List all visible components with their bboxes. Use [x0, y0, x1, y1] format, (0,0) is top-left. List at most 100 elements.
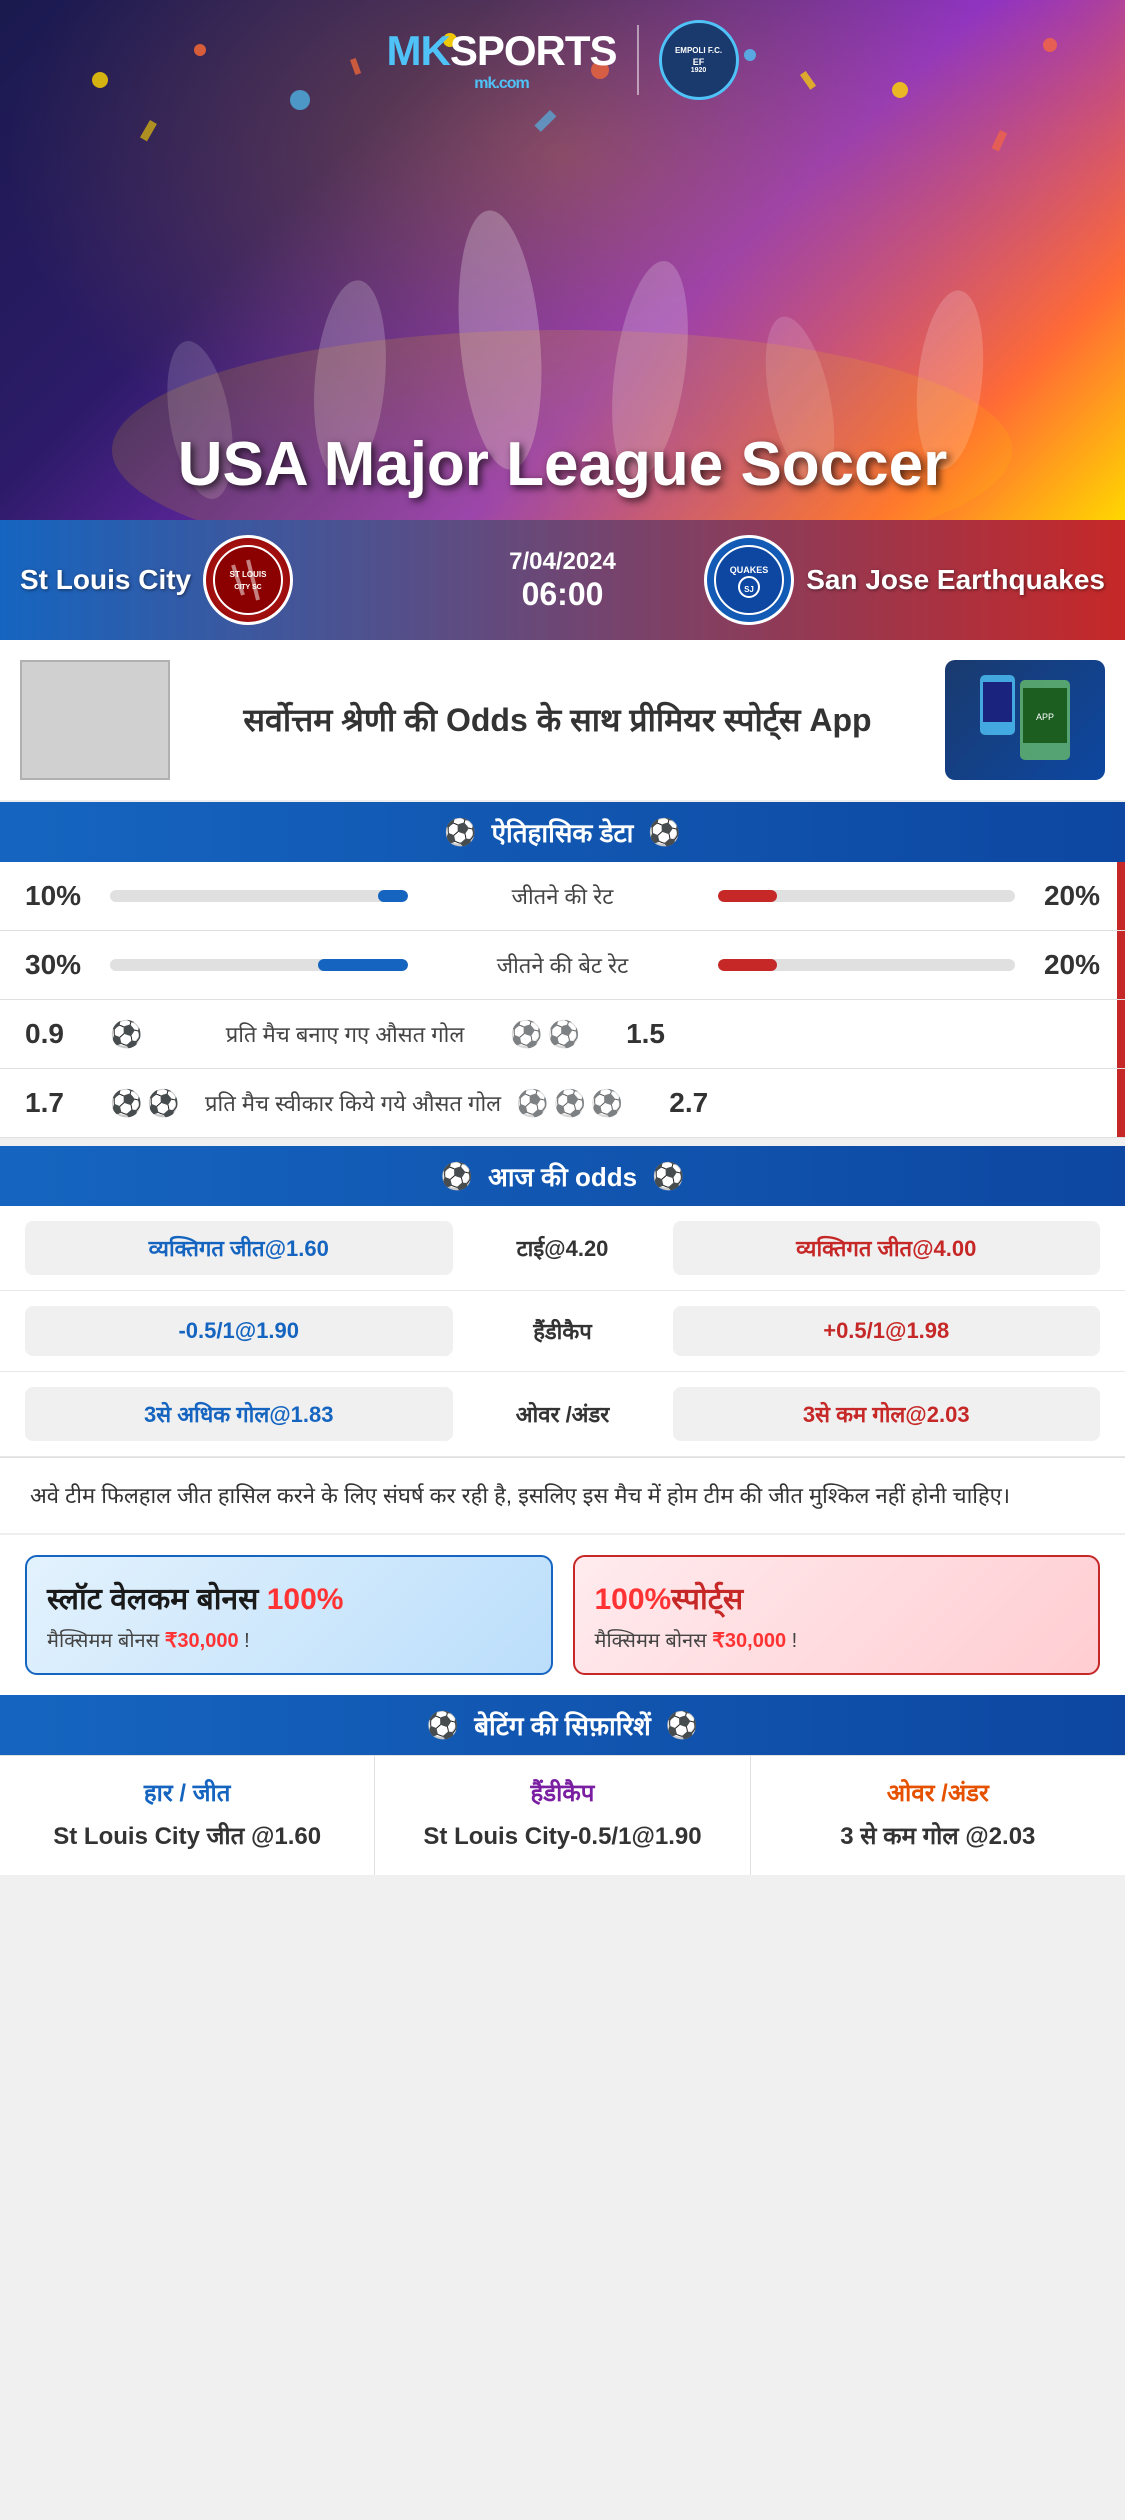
ball-icon-left: ⚽ — [444, 817, 476, 848]
match-date: 7/04/2024 — [463, 548, 663, 576]
ball-icon-3-r3: ⚽ — [591, 1088, 623, 1119]
bonus-subtitle-1: मैक्सिमम बोनस ₹30,000 ! — [47, 1626, 531, 1653]
left-ball-icons-3: ⚽ ⚽ — [110, 1088, 190, 1119]
hero-title: USA Major League Soccer — [178, 429, 948, 500]
comment-section: अवे टीम फिलहाल जीत हासिल करने के लिए संघ… — [0, 1457, 1125, 1533]
ad-banner[interactable]: सर्वोत्तम श्रेणी की Odds के साथ प्रीमियर… — [0, 640, 1125, 802]
stat-left-value-3: 1.7 — [25, 1087, 95, 1119]
match-time: 06:00 — [463, 576, 663, 613]
rec-cat-2: ओवर /अंडर — [766, 1776, 1110, 1809]
bonus-subtitle-2: मैक्सिमम बोनस ₹30,000 ! — [595, 1626, 1079, 1653]
bonus-card-2[interactable]: 100%स्पोर्ट्स मैक्सिमम बोनस ₹30,000 ! — [573, 1555, 1101, 1675]
recommend-col-1: हैंडीकैप St Louis City-0.5/1@1.90 — [375, 1756, 750, 1875]
stat-bar-left-fill-1 — [318, 959, 407, 971]
logo-divider — [637, 25, 639, 95]
odds-ball-left: ⚽ — [441, 1161, 473, 1192]
ball-icon-2-r1: ⚽ — [510, 1019, 542, 1050]
ball-icon-3-r2: ⚽ — [553, 1088, 585, 1119]
away-team-badge: QUAKES SJ — [704, 535, 794, 625]
ad-text: सर्वोत्तम श्रेणी की Odds के साथ प्रीमियर… — [185, 698, 930, 743]
odds-row-1: -0.5/1@1.90 हैंडीकैप +0.5/1@1.98 — [0, 1291, 1125, 1372]
odds-section: व्यक्तिगत जीत@1.60 टाई@4.20 व्यक्तिगत जी… — [0, 1206, 1125, 1457]
stat-bar-right-0 — [718, 890, 1016, 902]
ad-placeholder-image — [20, 660, 170, 780]
home-team: St Louis City ST LOUIS CITY SC — [20, 535, 453, 625]
match-header: St Louis City ST LOUIS CITY SC 7/04/2024… — [0, 520, 1125, 640]
right-ball-icons-2: ⚽ ⚽ — [500, 1019, 580, 1050]
stat-label-0: जीतने की रेट — [423, 881, 703, 911]
odds-title: आज की odds — [488, 1158, 637, 1194]
bonus-title-1: स्लॉट वेलकम बोनस 100% — [47, 1577, 531, 1618]
odds-handicap-home[interactable]: -0.5/1@1.90 — [25, 1306, 453, 1356]
red-accent-0 — [1117, 862, 1125, 930]
recommend-col-2: ओवर /अंडर 3 से कम गोल @2.03 — [751, 1756, 1125, 1875]
stat-label-2: प्रति मैच बनाए गए औसत गोल — [205, 1019, 485, 1049]
stat-label-3: प्रति मैच स्वीकार किये गये औसत गोल — [205, 1088, 501, 1118]
stats-section: 10% जीतने की रेट 20% 30% जीतने की बेट रे… — [0, 862, 1125, 1138]
odds-home-win[interactable]: व्यक्तिगत जीत@1.60 — [25, 1221, 453, 1275]
rec-ball-left: ⚽ — [427, 1710, 459, 1741]
logo-area: MKSPORTS mk.com EMPOLI F.C. EF 1920 — [386, 20, 738, 100]
odds-row-0: व्यक्तिगत जीत@1.60 टाई@4.20 व्यक्तिगत जी… — [0, 1206, 1125, 1291]
stat-row-win-rate: 10% जीतने की रेट 20% — [0, 862, 1125, 931]
away-team-name: San Jose Earthquakes — [806, 564, 1105, 596]
recommendations-section: हार / जीत St Louis City जीत @1.60 हैंडीक… — [0, 1755, 1125, 1875]
stat-right-value-3: 2.7 — [638, 1087, 708, 1119]
rec-val-0: St Louis City जीत @1.60 — [15, 1819, 359, 1855]
bonus-section[interactable]: स्लॉट वेलकम बोनस 100% मैक्सिमम बोनस ₹30,… — [0, 1533, 1125, 1695]
bonus-card-1[interactable]: स्लॉट वेलकम बोनस 100% मैक्सिमम बोनस ₹30,… — [25, 1555, 553, 1675]
left-ball-icons-2: ⚽ — [110, 1019, 190, 1050]
ball-icon-2-1: ⚽ — [110, 1019, 142, 1050]
rec-cat-0: हार / जीत — [15, 1776, 359, 1809]
ad-phone-image: APP — [945, 660, 1105, 780]
rec-val-2: 3 से कम गोल @2.03 — [766, 1819, 1110, 1855]
odds-handicap-label: हैंडीकैप — [463, 1316, 663, 1346]
stat-row-bet-rate: 30% जीतने की बेट रेट 20% — [0, 931, 1125, 1000]
odds-handicap-away[interactable]: +0.5/1@1.98 — [673, 1306, 1101, 1356]
odds-under[interactable]: 3से कम गोल@2.03 — [673, 1387, 1101, 1441]
ball-icon-3-r1: ⚽ — [516, 1088, 548, 1119]
svg-text:QUAKES: QUAKES — [730, 565, 769, 575]
stat-left-value-0: 10% — [25, 880, 95, 912]
recommend-row: हार / जीत St Louis City जीत @1.60 हैंडीक… — [0, 1755, 1125, 1875]
stat-bar-right-fill-1 — [718, 959, 778, 971]
recommendations-header: ⚽ बेटिंग की सिफ़ारिशें ⚽ — [0, 1695, 1125, 1755]
rec-cat-1: हैंडीकैप — [390, 1776, 734, 1809]
stat-row-goals-scored: 0.9 ⚽ प्रति मैच बनाए गए औसत गोल ⚽ ⚽ 1.5 — [0, 1000, 1125, 1069]
ball-icon-2-r2: ⚽ — [548, 1019, 580, 1050]
stat-bar-right-1 — [718, 959, 1016, 971]
stat-right-value-2: 1.5 — [595, 1018, 665, 1050]
odds-ou-label: ओवर /अंडर — [463, 1399, 663, 1429]
stat-right-value-1: 20% — [1030, 949, 1100, 981]
odds-ball-right: ⚽ — [652, 1161, 684, 1192]
right-ball-icons-3: ⚽ ⚽ ⚽ — [516, 1088, 623, 1119]
home-team-name: St Louis City — [20, 564, 191, 596]
odds-header: ⚽ आज की odds ⚽ — [0, 1146, 1125, 1206]
partner-badge: EMPOLI F.C. EF 1920 — [659, 20, 739, 100]
red-accent-1 — [1117, 931, 1125, 999]
away-team: QUAKES SJ San Jose Earthquakes — [673, 535, 1106, 625]
stat-bar-left-0 — [110, 890, 408, 902]
svg-text:APP: APP — [1036, 712, 1054, 722]
ball-icon-3-1: ⚽ — [110, 1088, 142, 1119]
rec-val-1: St Louis City-0.5/1@1.90 — [390, 1819, 734, 1855]
match-info: 7/04/2024 06:00 — [463, 548, 663, 613]
stat-bar-left-fill-0 — [378, 890, 408, 902]
stat-label-1: जीतने की बेट रेट — [423, 950, 703, 980]
odds-tie: टाई@4.20 — [463, 1233, 663, 1263]
historical-header: ⚽ ऐतिहासिक डेटा ⚽ — [0, 802, 1125, 862]
bonus-title-2: 100%स्पोर्ट्स — [595, 1577, 1079, 1618]
svg-text:SJ: SJ — [744, 585, 754, 594]
stat-right-value-0: 20% — [1030, 880, 1100, 912]
comment-text: अवे टीम फिलहाल जीत हासिल करने के लिए संघ… — [30, 1478, 1095, 1513]
ball-icon-3-2: ⚽ — [147, 1088, 179, 1119]
odds-over[interactable]: 3से अधिक गोल@1.83 — [25, 1387, 453, 1441]
red-accent-3 — [1117, 1069, 1125, 1137]
stat-row-goals-conceded: 1.7 ⚽ ⚽ प्रति मैच स्वीकार किये गये औसत ग… — [0, 1069, 1125, 1138]
mk-sports-logo: MKSPORTS mk.com — [386, 27, 616, 93]
odds-away-win[interactable]: व्यक्तिगत जीत@4.00 — [673, 1221, 1101, 1275]
odds-row-2: 3से अधिक गोल@1.83 ओवर /अंडर 3से कम गोल@2… — [0, 1372, 1125, 1457]
red-accent-2 — [1117, 1000, 1125, 1068]
home-team-badge: ST LOUIS CITY SC — [203, 535, 293, 625]
hero-banner: MKSPORTS mk.com EMPOLI F.C. EF 1920 USA … — [0, 0, 1125, 520]
